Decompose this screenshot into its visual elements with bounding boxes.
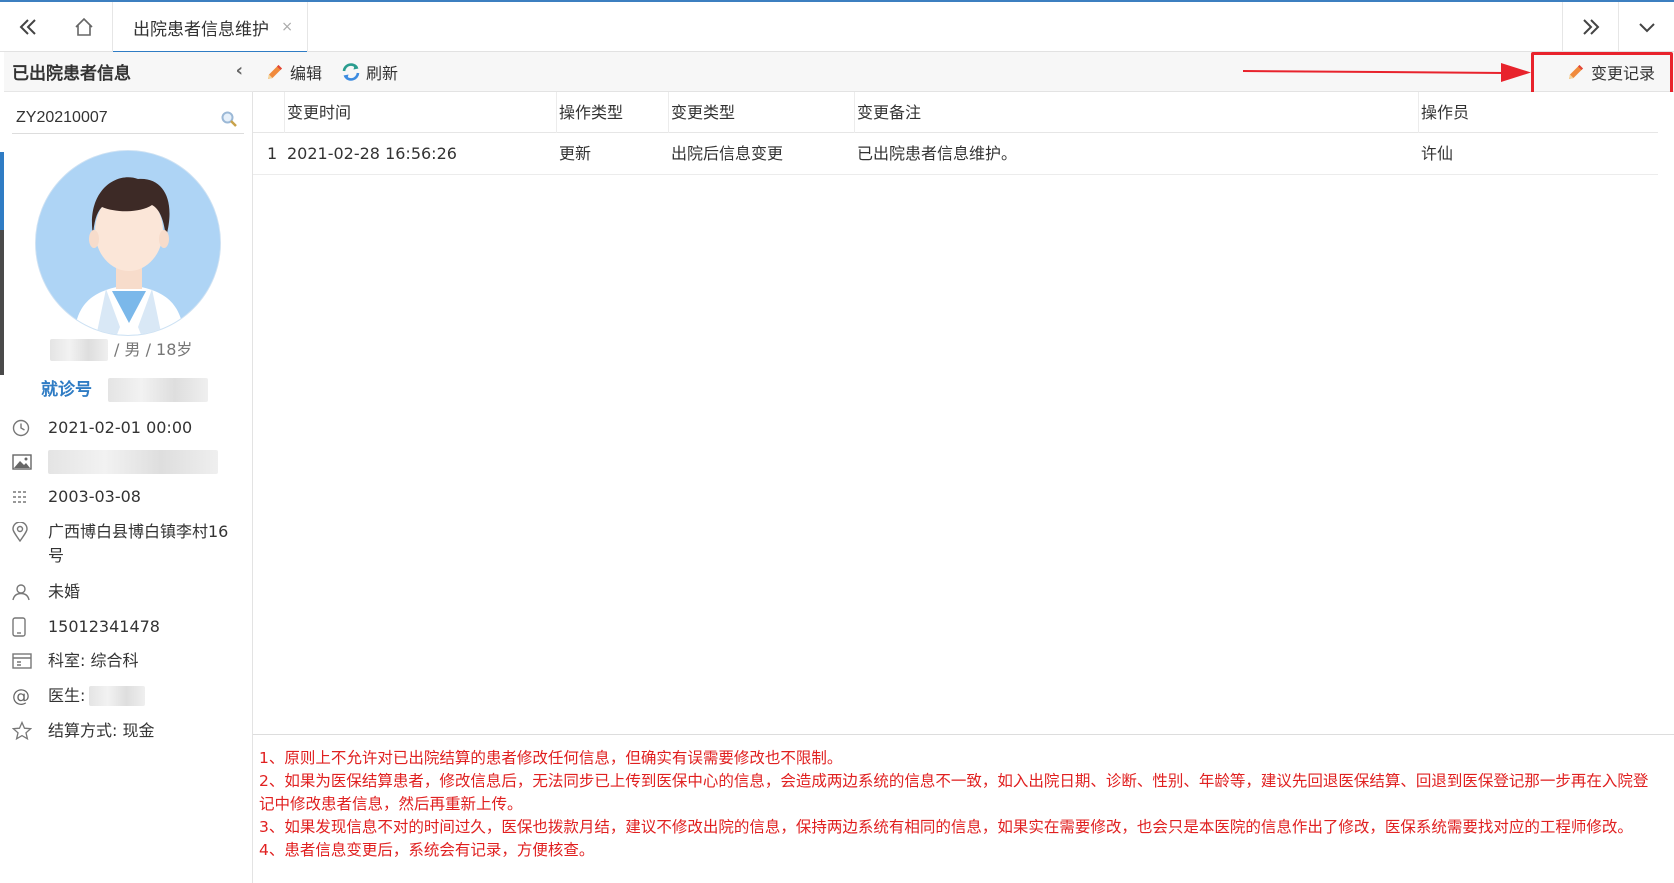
marital-status: 未婚 [48,582,81,601]
address-line: 广西博白县博白镇李村16号 [12,520,234,568]
gender-age-text: / 男 / 18岁 [114,340,193,359]
row-number-header [253,92,285,133]
collapse-sidebar-icon[interactable]: ‹ [236,60,243,81]
note-item: 4、患者信息变更后，系统会有记录，方便核查。 [259,841,595,859]
column-header[interactable]: 变更时间 [285,92,557,133]
doctor-line: @ 医生: [12,684,146,708]
phone-number: 15012341478 [48,617,160,636]
change-remark-cell: 已出院患者信息维护。 [857,144,1018,163]
id-photo-line [12,450,218,474]
double-right-arrow-icon[interactable] [1562,2,1618,52]
image-icon [12,451,38,473]
redacted-doctor-name [89,686,146,706]
home-icon[interactable] [56,2,112,52]
change-type-cell: 出院后信息变更 [671,144,784,163]
change-history-label: 变更记录 [1591,64,1656,83]
phone-line: 15012341478 [12,615,160,639]
calendar-icon [12,486,38,508]
marital-line: 未婚 [12,580,80,604]
column-header[interactable]: 变更备注 [855,92,1419,133]
edge-mark-dark [0,230,4,375]
close-icon[interactable]: × [281,19,293,35]
operator-cell: 许仙 [1421,144,1454,163]
operation-type-cell: 更新 [559,144,592,163]
column-header[interactable]: 操作员 [1419,92,1658,133]
settlement-method: 结算方式: 现金 [48,721,155,740]
change-log-grid: 变更时间 操作类型 变更类型 变更备注 操作员 1 2021-02-28 16:… [253,92,1674,732]
mobile-phone-icon [12,616,38,638]
grid-header-row: 变更时间 操作类型 变更类型 变更备注 操作员 [253,92,1658,133]
patient-summary-line: / 男 / 18岁 [50,339,192,361]
department-icon [12,650,38,672]
toolbar: 编辑 刷新 变更记录 [253,52,1674,97]
note-item: 2、如果为医保结算患者，修改信息后，无法同步已上传到医保中心的信息，会造成两边系… [259,772,1649,813]
patient-sidebar: 已出院患者信息 ‹ / 男 / 18岁 就诊号 [0,52,253,883]
sidebar-header: 已出院患者信息 ‹ [4,52,253,92]
change-time-cell: 2021-02-28 16:56:26 [287,144,457,163]
patient-avatar [35,150,221,336]
birth-date-line: 2003-03-08 [12,485,141,509]
double-left-arrow-icon[interactable] [0,2,56,52]
birth-date: 2003-03-08 [48,487,141,506]
annotation-arrow [1243,62,1533,86]
at-sign-icon: @ [12,685,30,707]
tab-label: 出院患者信息维护 [133,19,269,40]
redacted-visit-number [108,378,208,402]
change-history-button[interactable]: 变更记录 [1566,58,1655,86]
refresh-icon [341,62,361,82]
note-item: 3、如果发现信息不对的时间过久，医保也拨款月结，建议不修改出院的信息，保持两边系… [259,818,1633,836]
visit-number-label: 就诊号 [41,380,92,400]
refresh-button[interactable]: 刷新 [341,58,398,86]
person-icon [12,581,38,603]
location-pin-icon [12,521,38,543]
admit-time: 2021-02-01 00:00 [48,418,193,437]
row-number: 1 [267,144,278,163]
pencil-icon [265,62,285,82]
star-icon [12,720,38,742]
refresh-label: 刷新 [366,64,399,83]
column-header[interactable]: 操作类型 [557,92,669,133]
edit-button[interactable]: 编辑 [265,58,322,86]
clock-icon [12,417,38,439]
search-icon[interactable] [220,110,238,132]
redacted-id-number [48,450,218,474]
tab-discharged-patient-maintenance[interactable]: 出院患者信息维护 × [112,2,308,53]
edge-mark [0,152,4,230]
main-panel: 编辑 刷新 变更记录 变更时间 操作类型 变更类型 变更备注 操作员 1 202… [253,52,1674,883]
doctor-label: 医生: [48,686,86,705]
note-item: 1、原则上不允许对已出院结算的患者修改任何信息，但确实有误需要修改也不限制。 [259,749,843,767]
department-line: 科室: 综合科 [12,649,138,673]
left-edge-strip [0,52,4,883]
column-header[interactable]: 变更类型 [669,92,855,133]
admit-time-line: 2021-02-01 00:00 [12,416,192,440]
sidebar-title: 已出院患者信息 [12,64,131,84]
patient-search-box [12,104,244,134]
edit-label: 编辑 [290,64,323,83]
chevron-down-icon[interactable] [1618,2,1674,52]
top-tab-bar: 出院患者信息维护 × [0,0,1674,53]
settlement-line: 结算方式: 现金 [12,719,154,743]
pencil-icon [1566,62,1586,82]
table-row[interactable]: 1 2021-02-28 16:56:26 更新 出院后信息变更 已出院患者信息… [253,133,1658,175]
patient-search-input[interactable] [12,104,212,132]
warning-notes: 1、原则上不允许对已出院结算的患者修改任何信息，但确实有误需要修改也不限制。 2… [253,734,1674,883]
department: 科室: 综合科 [48,651,139,670]
visit-number-line: 就诊号 [41,378,208,402]
address: 广西博白县博白镇李村16号 [48,522,229,565]
redacted-name [50,339,108,361]
